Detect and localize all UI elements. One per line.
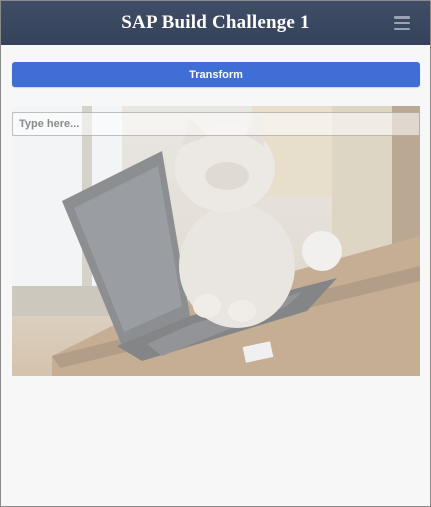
hamburger-menu-icon[interactable] [394, 16, 410, 30]
cat-on-laptop-photo [12, 106, 420, 376]
menu-icon-bar [394, 27, 410, 30]
transform-button[interactable]: Transform [12, 62, 420, 87]
menu-icon-bar [394, 16, 410, 19]
app-header: SAP Build Challenge 1 [1, 1, 430, 45]
photo-overlay [12, 106, 420, 376]
page-title: SAP Build Challenge 1 [121, 12, 310, 33]
text-input[interactable] [12, 112, 420, 136]
menu-icon-bar [394, 21, 410, 25]
